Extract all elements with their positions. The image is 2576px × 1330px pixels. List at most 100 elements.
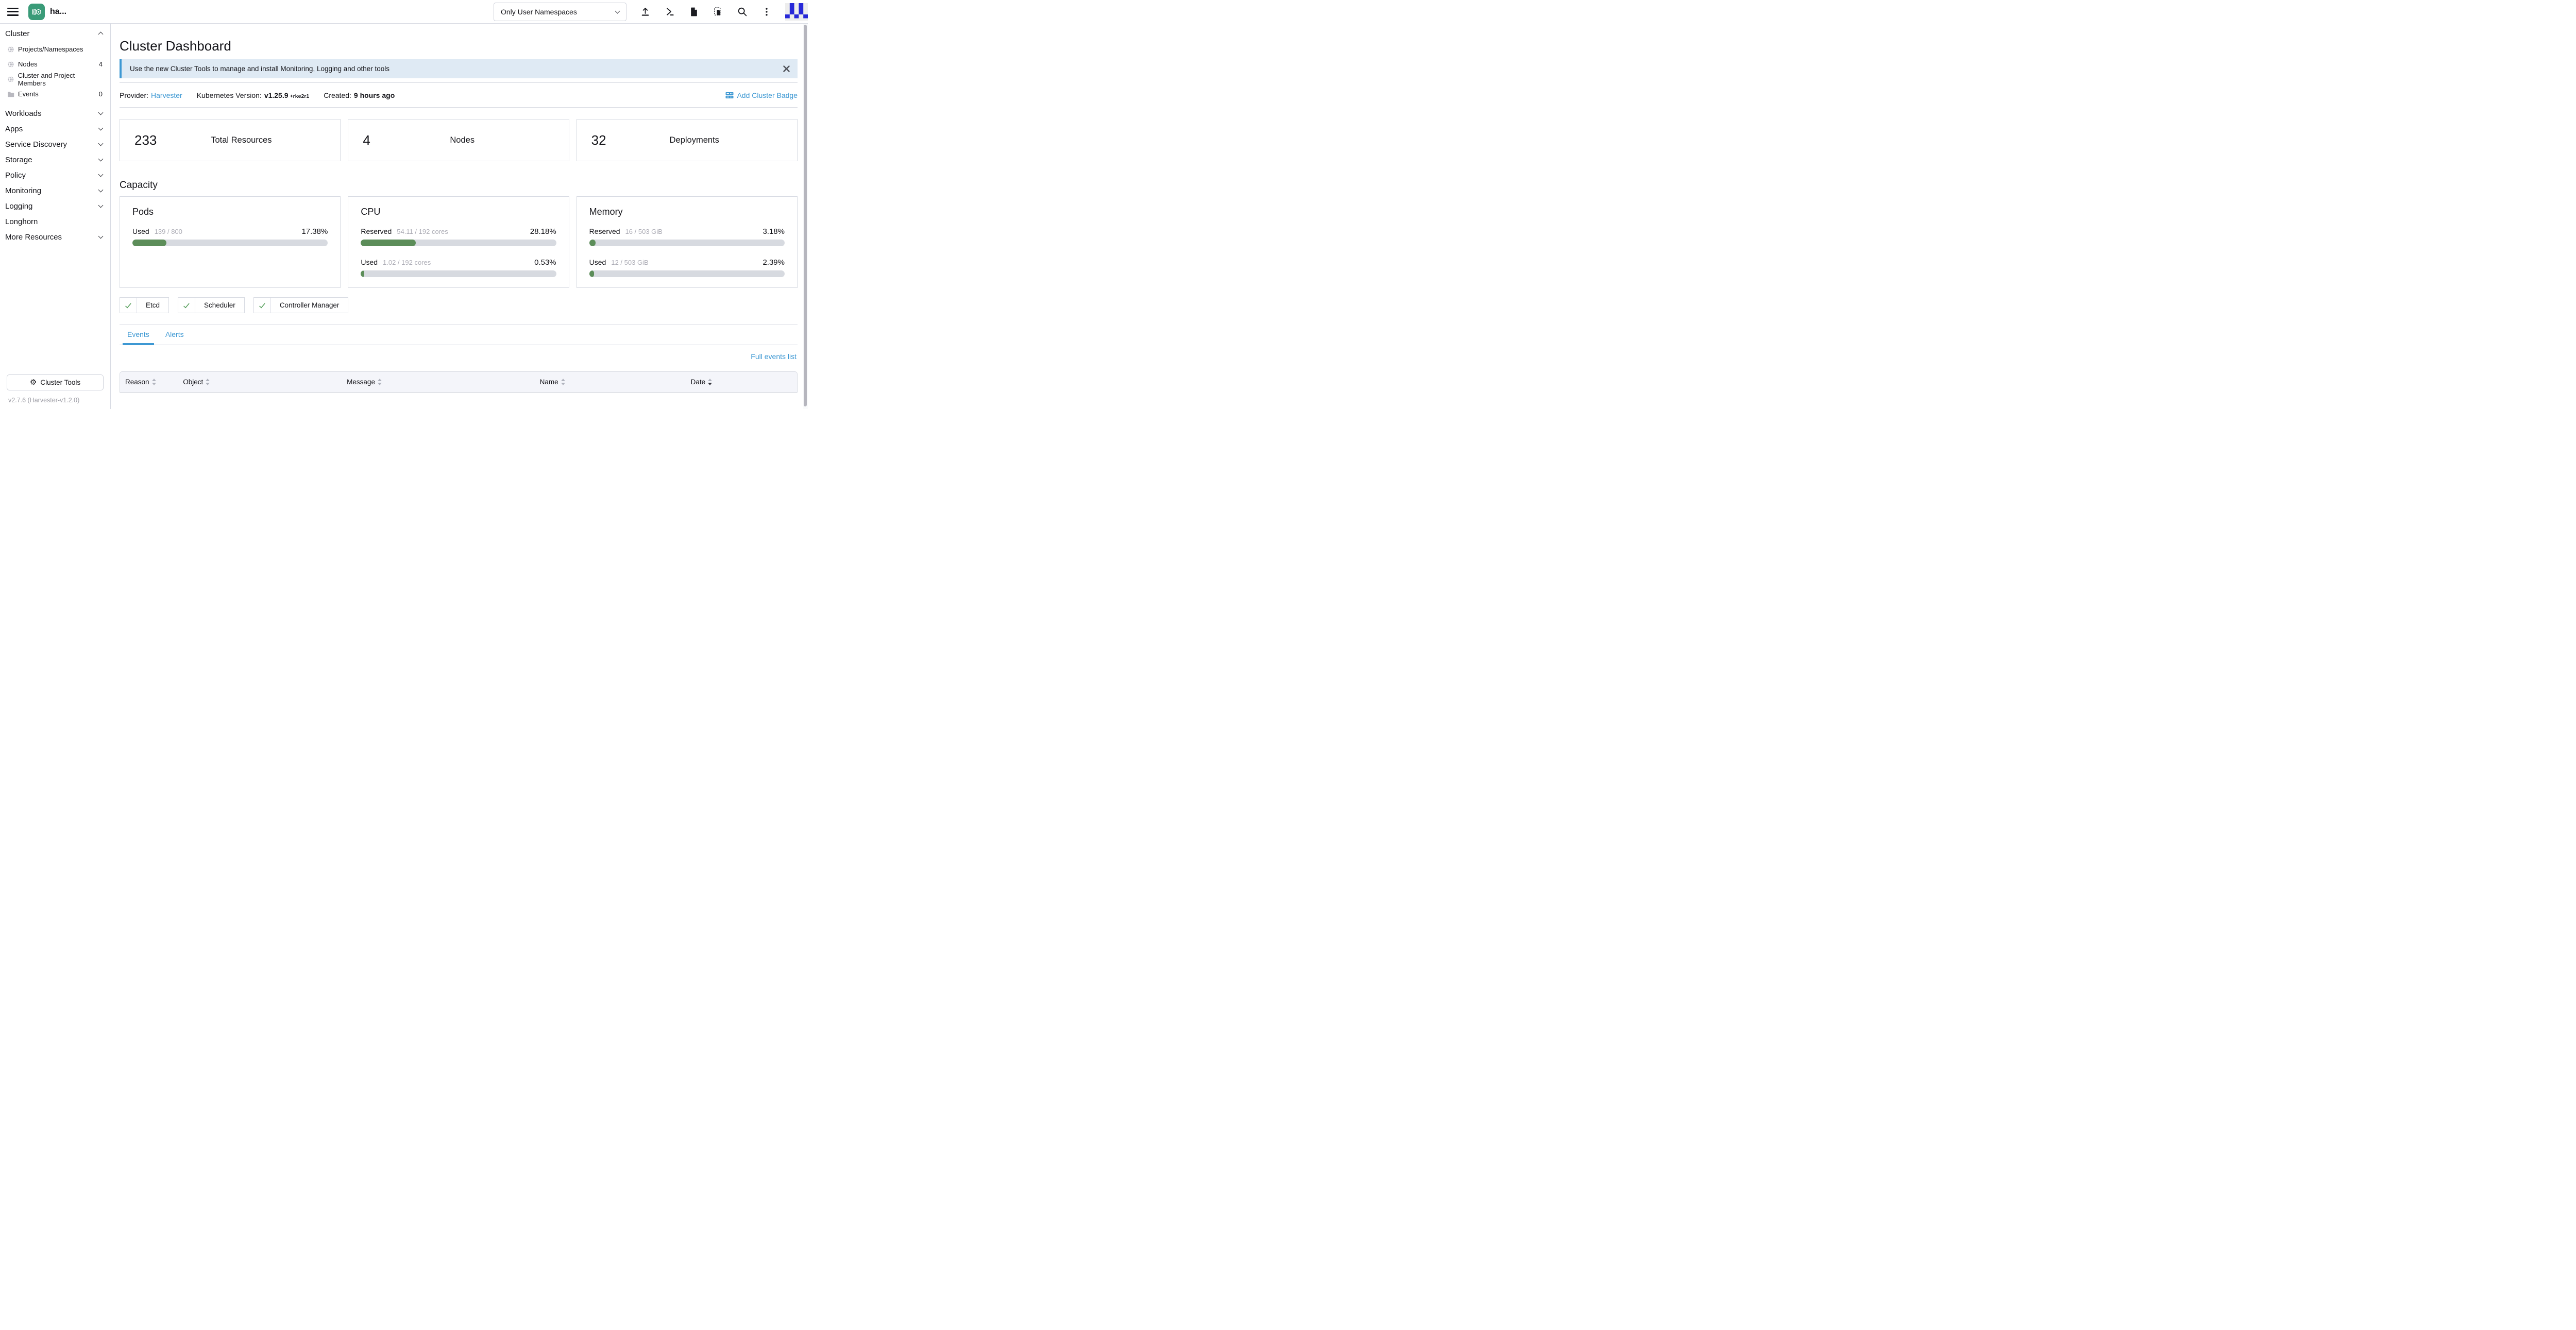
- sidebar-item-projects-namespaces[interactable]: Projects/Namespaces: [0, 42, 110, 57]
- progress-bar-fill: [132, 240, 166, 246]
- events-tabs-block: Events Alerts: [120, 325, 798, 345]
- provider-label: Provider:: [120, 91, 148, 99]
- column-header-date[interactable]: Date: [691, 378, 797, 386]
- metric-row: Used 139 / 800 17.38%: [132, 227, 328, 236]
- stat-value: 32: [591, 132, 606, 148]
- cluster-badge-icon: [725, 91, 734, 99]
- provider-link[interactable]: Harvester: [151, 91, 182, 99]
- sidebar-group-label: Logging: [5, 202, 32, 211]
- namespace-filter-select[interactable]: Only User Namespaces: [494, 3, 626, 21]
- metric-label: Used: [361, 258, 378, 266]
- sidebar-group-workloads[interactable]: Workloads: [0, 106, 110, 121]
- sidebar-group-longhorn[interactable]: Longhorn: [0, 214, 110, 229]
- sidebar-group-monitoring[interactable]: Monitoring: [0, 183, 110, 198]
- sidebar-group-service-discovery[interactable]: Service Discovery: [0, 137, 110, 152]
- kubernetes-version-group: Kubernetes Version: v1.25.9 +rke2r1: [197, 91, 309, 99]
- column-header-name[interactable]: Name: [540, 378, 691, 386]
- user-avatar[interactable]: [785, 3, 808, 21]
- harvester-logo-glyph: [30, 6, 43, 18]
- copy-config-icon[interactable]: [713, 6, 723, 17]
- sidebar-group-more-resources[interactable]: More Resources: [0, 229, 110, 245]
- tab-events[interactable]: Events: [126, 330, 150, 345]
- metric-detail: 1.02 / 192 cores: [383, 259, 431, 266]
- kubeconfig-file-icon[interactable]: [688, 6, 699, 17]
- menu-icon[interactable]: [7, 8, 19, 16]
- sidebar-group-apps[interactable]: Apps: [0, 121, 110, 137]
- sidebar-item-label: Cluster and Project Members: [18, 72, 103, 87]
- sidebar-group-storage[interactable]: Storage: [0, 152, 110, 167]
- capacity-card-pods: Pods Used 139 / 800 17.38%: [120, 196, 341, 288]
- sidebar-group-label: Apps: [5, 125, 23, 133]
- column-label: Object: [183, 378, 203, 386]
- stats-row: 233 Total Resources 4 Nodes 32 Deploymen…: [120, 119, 798, 161]
- sidebar-group-logging[interactable]: Logging: [0, 198, 110, 214]
- top-nav-bar: ha... Only User Namespaces: [0, 0, 808, 24]
- progress-bar: [589, 270, 785, 277]
- divider: [120, 107, 798, 108]
- chevron-down-icon: [98, 172, 104, 177]
- cluster-tools-label: Cluster Tools: [40, 379, 80, 386]
- column-header-message[interactable]: Message: [347, 378, 539, 386]
- component-pill-scheduler: Scheduler: [178, 297, 245, 313]
- cluster-tools-button[interactable]: ⚙ Cluster Tools: [7, 374, 104, 390]
- sidebar-group-label: More Resources: [5, 233, 62, 242]
- column-header-object[interactable]: Object: [183, 378, 347, 386]
- sidebar-item-count: 0: [99, 90, 103, 98]
- chevron-down-icon: [615, 8, 620, 13]
- kubernetes-version-label: Kubernetes Version:: [197, 91, 262, 99]
- chevron-down-icon: [98, 141, 104, 146]
- capacity-card-title: Pods: [132, 207, 328, 217]
- close-icon[interactable]: [783, 65, 790, 73]
- components-row: Etcd Scheduler Con: [120, 297, 798, 313]
- progress-bar: [361, 270, 556, 277]
- full-events-list-link[interactable]: Full events list: [751, 352, 796, 361]
- column-label: Message: [347, 378, 375, 386]
- events-table-header: Reason Object Message Name Date: [120, 371, 798, 393]
- column-label: Name: [540, 378, 558, 386]
- stat-value: 4: [363, 132, 370, 148]
- column-header-reason[interactable]: Reason: [120, 378, 183, 386]
- gear-icon: ⚙: [30, 379, 37, 386]
- cluster-name[interactable]: ha...: [50, 7, 66, 16]
- sort-icon: [378, 379, 382, 385]
- glance-row: Provider: Harvester Kubernetes Version: …: [120, 88, 798, 103]
- chevron-down-icon: [98, 234, 104, 239]
- scrollbar-thumb[interactable]: [804, 25, 807, 406]
- sidebar-section-cluster[interactable]: Cluster: [0, 28, 110, 39]
- kubectl-shell-icon[interactable]: [664, 6, 675, 17]
- add-cluster-badge-link[interactable]: Add Cluster Badge: [725, 91, 798, 99]
- sidebar-group-label: Storage: [5, 156, 32, 164]
- folder-icon: [7, 91, 14, 97]
- tab-alerts[interactable]: Alerts: [164, 330, 185, 345]
- kebab-menu-icon[interactable]: [761, 6, 772, 17]
- import-yaml-icon[interactable]: [640, 6, 651, 17]
- banner-text: Use the new Cluster Tools to manage and …: [130, 65, 389, 73]
- sidebar-item-label: Events: [18, 90, 39, 98]
- sidebar-group-label: Service Discovery: [5, 140, 67, 149]
- sidebar-item-nodes[interactable]: Nodes 4: [0, 57, 110, 72]
- chevron-down-icon: [98, 187, 104, 193]
- sidebar-item-label: Projects/Namespaces: [18, 45, 83, 53]
- version-text: v2.7.6 (Harvester-v1.2.0): [7, 397, 104, 404]
- progress-bar: [132, 240, 328, 246]
- metric-percent: 0.53%: [534, 258, 556, 267]
- sidebar-item-events[interactable]: Events 0: [0, 87, 110, 101]
- search-icon[interactable]: [737, 6, 748, 17]
- harvester-logo[interactable]: [28, 4, 45, 20]
- component-label: Etcd: [137, 298, 168, 313]
- capacity-card-memory: Memory Reserved 16 / 503 GiB 3.18% Used …: [577, 196, 798, 288]
- progress-bar-fill: [589, 270, 594, 277]
- metric-detail: 16 / 503 GiB: [625, 228, 663, 235]
- progress-bar: [361, 240, 556, 246]
- stat-card-deployments: 32 Deployments: [577, 119, 798, 161]
- chevron-down-icon: [98, 203, 104, 208]
- stat-card-total-resources: 233 Total Resources: [120, 119, 341, 161]
- sidebar-item-cluster-project-members[interactable]: Cluster and Project Members: [0, 72, 110, 87]
- metric-detail: 12 / 503 GiB: [611, 259, 648, 266]
- sidebar-item-label: Nodes: [18, 60, 38, 68]
- main-content: Cluster Dashboard Use the new Cluster To…: [111, 24, 808, 409]
- sidebar: Cluster Projects/Namespaces: [0, 24, 111, 409]
- component-pill-etcd: Etcd: [120, 297, 169, 313]
- sidebar-group-policy[interactable]: Policy: [0, 167, 110, 183]
- chevron-down-icon: [98, 157, 104, 162]
